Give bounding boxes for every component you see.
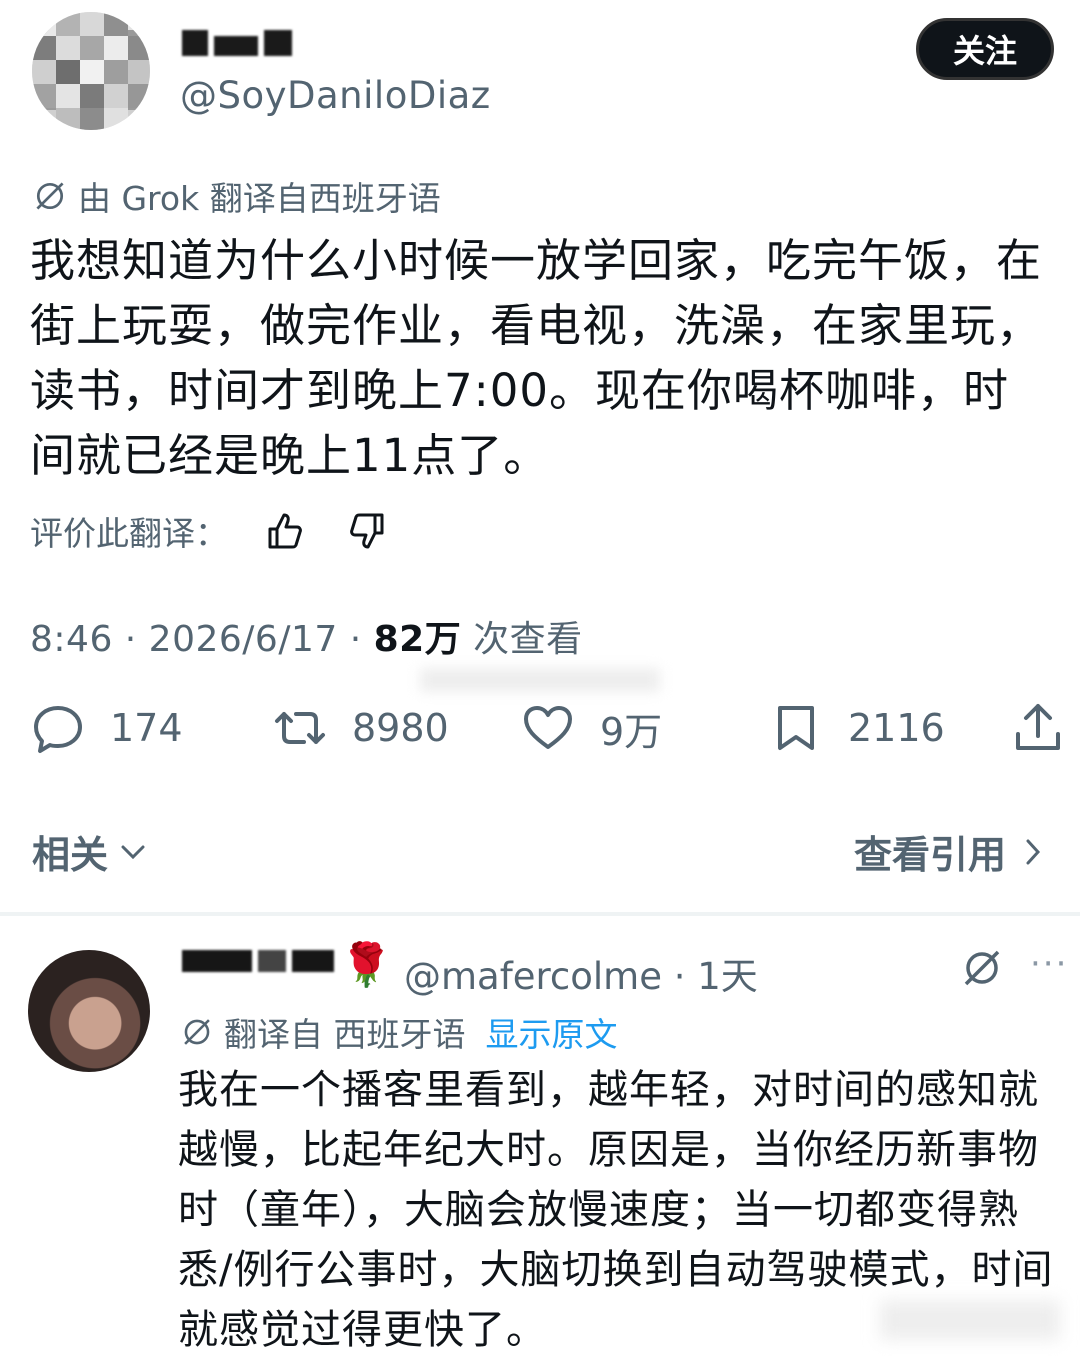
related-label: 相关 bbox=[32, 833, 109, 877]
repost-count: 8980 bbox=[352, 706, 449, 750]
post-meta: 8:46 · 2026/6/17 · 82万 次查看 bbox=[30, 610, 583, 662]
watermark-smudge bbox=[420, 668, 660, 692]
thumbs-down-icon[interactable] bbox=[344, 509, 388, 553]
post-timestamp[interactable]: 8:46 · 2026/6/17 · bbox=[30, 619, 374, 660]
repost-icon bbox=[275, 712, 325, 744]
related-dropdown[interactable]: 相关 bbox=[32, 824, 150, 879]
grok-icon[interactable] bbox=[960, 946, 1004, 990]
bookmark-button[interactable]: 2116 bbox=[768, 700, 945, 756]
chevron-right-icon bbox=[1026, 839, 1041, 864]
share-button[interactable] bbox=[1010, 700, 1066, 756]
rate-label: 评价此翻译： bbox=[30, 514, 228, 553]
grok-icon bbox=[36, 182, 64, 210]
like-count: 9万 bbox=[600, 709, 663, 754]
follow-button[interactable]: 关注 bbox=[916, 18, 1054, 80]
reply-translated-from: 翻译自 西班牙语 bbox=[224, 1015, 466, 1054]
translation-note: 由 Grok 翻译自西班牙语 bbox=[32, 172, 441, 220]
chevron-down-icon bbox=[121, 845, 145, 859]
repost-button[interactable]: 8980 bbox=[272, 700, 449, 756]
reply-count: 174 bbox=[110, 706, 183, 750]
reply-avatar[interactable] bbox=[28, 950, 150, 1072]
reply-button[interactable]: 174 bbox=[30, 700, 183, 756]
thumbs-up-icon[interactable] bbox=[264, 509, 308, 553]
section-divider bbox=[0, 912, 1080, 916]
bookmark-icon bbox=[778, 706, 814, 750]
view-count: 82万 bbox=[373, 619, 462, 660]
heart-icon bbox=[524, 706, 572, 749]
translation-source: 由 Grok 翻译自西班牙语 bbox=[78, 179, 441, 218]
view-count-suffix: 次查看 bbox=[461, 619, 583, 660]
bookmark-count: 2116 bbox=[848, 706, 945, 750]
share-icon bbox=[1016, 704, 1060, 750]
author-handle[interactable]: @SoyDaniloDiaz bbox=[180, 74, 491, 117]
post-text: 我想知道为什么小时候一放学回家，吃完午饭，在街上玩耍，做完作业，看电视，洗澡，在… bbox=[30, 234, 1043, 482]
author-avatar[interactable] bbox=[32, 12, 150, 130]
rose-icon: 🌹 bbox=[340, 940, 393, 989]
author-name-redacted[interactable] bbox=[182, 30, 312, 60]
reply-handle-time[interactable]: @mafercolme · 1天 bbox=[404, 946, 758, 1000]
grok-icon bbox=[184, 1019, 210, 1045]
action-bar: 174 8980 9万 2116 bbox=[0, 700, 1080, 770]
more-options-icon[interactable]: ··· bbox=[1030, 944, 1068, 984]
show-original-link[interactable]: 显示原文 bbox=[486, 1008, 618, 1056]
reply-author-name-redacted[interactable] bbox=[182, 950, 334, 972]
view-quotes-label: 查看引用 bbox=[853, 833, 1006, 877]
view-quotes-link[interactable]: 查看引用 bbox=[854, 824, 1050, 879]
like-button[interactable]: 9万 bbox=[520, 700, 662, 756]
reply-icon bbox=[34, 706, 82, 753]
reply-translation-note: 翻译自 西班牙语 显示原文 bbox=[180, 1008, 618, 1056]
watermark-smudge bbox=[880, 1300, 1060, 1340]
rate-translation: 评价此翻译： bbox=[30, 507, 388, 555]
